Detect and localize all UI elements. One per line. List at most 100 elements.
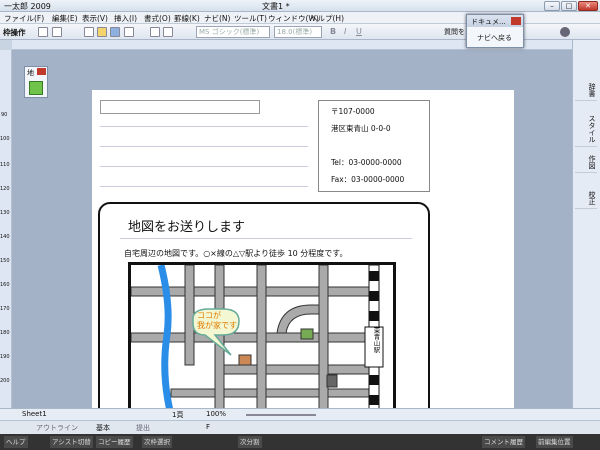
ruler-tick: 120 [0,186,10,192]
map-icon[interactable] [29,81,43,95]
popup-title: ドキュメ... [471,18,506,26]
zoom-level[interactable]: 100% [206,410,226,418]
sheet-tab[interactable]: Sheet1 [22,410,47,418]
panel-dictionary[interactable]: 辞書 [575,80,597,101]
status-bar: Sheet1 1頁 100% [0,408,600,420]
question-field[interactable]: 質問を [444,27,465,37]
navi-back-link[interactable]: ナビへ戻る [477,33,512,43]
bubble-text: ココが 我が家です [197,311,237,330]
save-icon[interactable] [110,27,120,37]
ruler-tick: 190 [0,354,10,360]
fkey-3[interactable]: コピー履歴 [96,436,133,448]
text-frame[interactable] [100,100,260,114]
print-icon[interactable] [124,27,134,37]
fkey-2[interactable]: アシスト切替 [50,436,93,448]
ruler-tick: 180 [0,330,10,336]
menu-help[interactable]: ヘルプ(H) [310,13,344,24]
menu-ruledline[interactable]: 罫線(K) [174,13,200,24]
font-name-select[interactable]: MS ゴシック(標準) [196,26,270,38]
fkey-9[interactable]: 前編集位置 [536,436,573,448]
vertical-ruler[interactable]: 90 100 110 120 130 140 150 160 170 180 1… [0,50,12,408]
road [256,265,267,423]
menu-tools[interactable]: ツール(T) [234,13,267,24]
card-body: 自宅周辺の地図です。○×線の△▽駅より徒歩 10 分程度です。 [124,249,348,258]
title-bar: 一太郎 2009 文書1 * – □ ✕ [0,0,600,12]
menu-view[interactable]: 表示(V) [82,13,108,24]
view-bar: アウトライン 基本 提出 F [0,420,600,434]
new-document-icon[interactable] [84,27,94,37]
ruled-line [100,166,308,167]
zoom-slider[interactable] [246,414,316,416]
pen-icon[interactable] [52,27,62,37]
undo-icon[interactable] [163,27,173,37]
ruler-tick: 140 [0,234,10,240]
view-basic[interactable]: 基本 [96,423,110,433]
address-line: 港区東青山 0-0-0 [331,124,391,133]
view-submit[interactable]: 提出 [136,423,150,433]
fax-line: Fax：03-0000-0000 [331,175,405,184]
ruled-line [120,238,412,239]
road [170,388,372,398]
ruler-tick: 150 [0,258,10,264]
close-button[interactable]: ✕ [578,1,598,11]
menu-edit[interactable]: 編集(E) [52,13,78,24]
menu-navi[interactable]: ナビ(N) [204,13,230,24]
map-image[interactable]: ココが 我が家です 東青山駅 [128,262,396,426]
map-palette[interactable]: 地 [24,66,48,98]
navi-popup[interactable]: ドキュメ... ナビへ戻る [466,14,524,48]
document-title: 文書1 * [262,2,290,11]
fkey-4[interactable]: 次枠選択 [142,436,172,448]
ruler-tick: 130 [0,210,10,216]
map-card[interactable]: 地図をお送りします 自宅周辺の地図です。○×線の△▽駅より徒歩 10 分程度です… [98,202,430,434]
cut-icon[interactable] [150,27,160,37]
palette-close-icon[interactable] [37,68,46,75]
ruler-tick: 100 [0,136,10,142]
map-drawing [131,265,384,423]
document-page[interactable]: 〒107-0000 港区東青山 0-0-0 Tel：03-0000-0000 F… [92,90,514,438]
road [220,364,372,375]
panel-proofread[interactable]: 校正 [575,188,597,209]
ruled-line [100,146,308,147]
bold-icon[interactable]: B [330,27,336,36]
app-title: 一太郎 2009 [4,2,51,11]
view-outline[interactable]: アウトライン [36,423,78,433]
right-panel: 辞書 スタイル 作図 校正 [572,40,600,410]
station-label: 東青山駅 [372,327,380,353]
ruler-tick: 200 [0,378,10,384]
home-icon [238,354,252,366]
menu-format[interactable]: 書式(O) [144,13,171,24]
address-box[interactable]: 〒107-0000 港区東青山 0-0-0 Tel：03-0000-0000 F… [318,100,430,192]
page-indicator: 1頁 [172,411,184,419]
post-box-icon [326,374,338,388]
panel-drawing[interactable]: 作図 [575,152,597,173]
open-folder-icon[interactable] [97,27,107,37]
minimize-button[interactable]: – [544,1,560,11]
ruled-line [100,186,308,187]
popup-close-icon[interactable] [511,17,521,25]
fkey-1[interactable]: ヘルプ [4,436,28,448]
zip-code: 〒107-0000 [331,107,375,116]
function-key-bar: ヘルプ アシスト切替 コピー履歴 次枠選択 次分割 コメント履歴 前編集位置 [0,434,600,450]
fkey-6[interactable]: 次分割 [238,436,262,448]
help-icon[interactable] [560,27,570,37]
fkey-8[interactable]: コメント履歴 [482,436,525,448]
italic-icon[interactable]: I [344,27,346,36]
building-icon [300,328,314,340]
view-f[interactable]: F [206,423,210,431]
ruled-line [100,126,308,127]
card-title: 地図をお送りします [128,220,246,235]
underline-icon[interactable]: U [356,27,362,36]
tel-line: Tel：03-0000-0000 [331,158,402,167]
maximize-button[interactable]: □ [561,1,577,11]
font-size-select[interactable]: 18.0(標準) [274,26,322,38]
frame-operation-label: 枠操作 [3,28,26,37]
menu-insert[interactable]: 挿入(I) [114,13,137,24]
panel-style[interactable]: スタイル [575,112,597,147]
menu-file[interactable]: ファイル(F) [4,13,44,24]
frame-icon[interactable] [38,27,48,37]
document-workspace: 〒107-0000 港区東青山 0-0-0 Tel：03-0000-0000 F… [12,50,572,438]
ruler-tick: 170 [0,306,10,312]
ruler-tick: 160 [0,282,10,288]
ruler-tick: 110 [0,162,10,168]
